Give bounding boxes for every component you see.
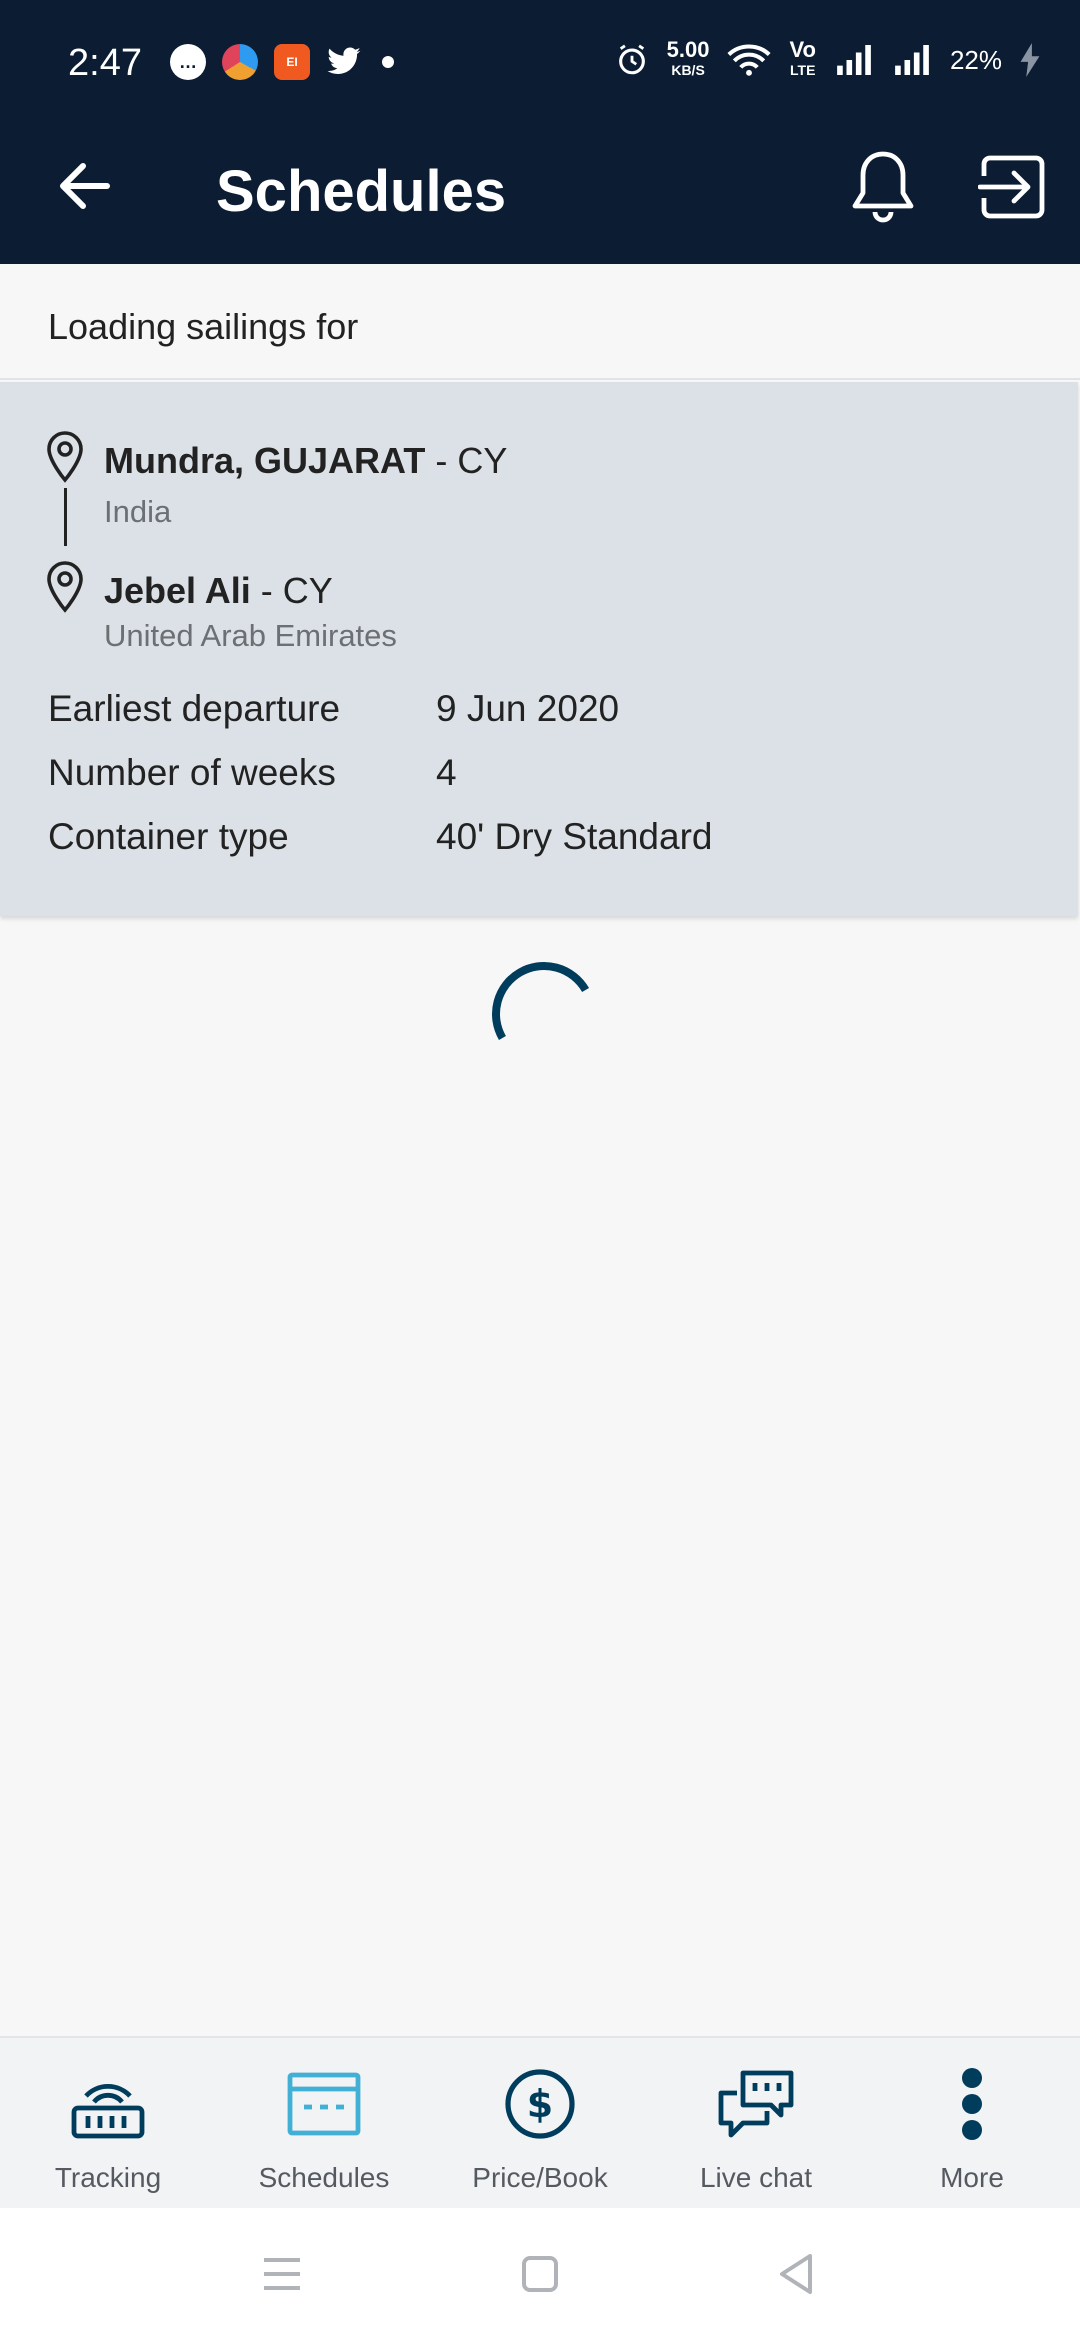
- more-notifications-dot: [382, 56, 394, 68]
- alarm-icon: [618, 44, 645, 75]
- notifications-button[interactable]: [846, 142, 920, 232]
- menu-icon: [264, 2258, 300, 2290]
- home-button[interactable]: [510, 2244, 570, 2304]
- loading-spinner: [492, 962, 590, 1040]
- destination-location: Jebel Ali - CY: [104, 570, 333, 612]
- triangle-back-icon: [780, 2254, 812, 2294]
- back-button[interactable]: [48, 150, 120, 222]
- number-of-weeks-label: Number of weeks: [48, 752, 336, 793]
- more-icon: [932, 2066, 1012, 2142]
- nav-more[interactable]: More: [864, 2038, 1080, 2210]
- status-time: 2:47: [68, 42, 142, 84]
- nav-more-label: More: [940, 2162, 1004, 2193]
- tracking-icon: [68, 2066, 148, 2142]
- nav-schedules[interactable]: Schedules: [216, 2038, 432, 2210]
- volte-indicator: Vo LTE: [789, 37, 816, 79]
- signal-icon: [837, 45, 871, 75]
- net-speed: 5.00 KB/S: [666, 37, 710, 79]
- origin-name: Mundra, GUJARAT: [104, 440, 426, 481]
- logout-icon: [978, 155, 1045, 219]
- earliest-departure-label: Earliest departure: [48, 688, 341, 729]
- app-bar: Schedules: [0, 130, 1080, 264]
- number-of-weeks-value: 4: [436, 752, 457, 793]
- twitter-icon: [327, 47, 361, 74]
- nav-tracking[interactable]: Tracking: [0, 2038, 216, 2210]
- loading-header: Loading sailings for: [0, 264, 1080, 380]
- container-type-label: Container type: [48, 816, 289, 857]
- page-title: Schedules: [216, 159, 507, 224]
- app-icon: EI: [274, 44, 310, 80]
- earliest-departure-value: 9 Jun 2020: [436, 688, 620, 729]
- nav-live-chat-label: Live chat: [699, 2162, 813, 2193]
- container-type-value: 40' Dry Standard: [436, 816, 713, 857]
- bell-icon: [852, 151, 914, 223]
- charging-icon: [1020, 43, 1040, 77]
- origin-location: Mundra, GUJARAT - CY: [104, 440, 507, 482]
- message-icon: …: [170, 44, 206, 80]
- square-icon: [522, 2256, 558, 2292]
- recents-button[interactable]: [252, 2244, 312, 2304]
- nav-live-chat[interactable]: Live chat: [648, 2038, 864, 2210]
- bottom-navigation: Tracking Schedules $ Price/Book Live cha…: [0, 2036, 1080, 2208]
- arrow-left-icon: [60, 163, 110, 209]
- origin-type: - CY: [425, 440, 508, 481]
- system-back-button[interactable]: [766, 2244, 826, 2304]
- loading-text: Loading sailings for: [48, 306, 359, 347]
- logout-button[interactable]: [976, 142, 1050, 232]
- nav-price-book[interactable]: $ Price/Book: [432, 2038, 648, 2210]
- route-connector-line: [64, 488, 67, 546]
- location-pin-icon: [47, 431, 83, 483]
- price-icon: $: [500, 2066, 580, 2142]
- destination-country: United Arab Emirates: [104, 618, 397, 653]
- origin-country: India: [104, 494, 172, 529]
- wifi-icon: [727, 44, 772, 76]
- route-summary-card: Mundra, GUJARAT - CY India Jebel Ali - C…: [0, 382, 1078, 916]
- destination-type: - CY: [250, 570, 333, 611]
- system-navigation-bar: [0, 2208, 1080, 2340]
- destination-name: Jebel Ali: [104, 570, 251, 611]
- nav-price-book-label: Price/Book: [472, 2162, 608, 2193]
- notification-icons: … EI: [170, 44, 394, 80]
- status-right: 5.00 KB/S Vo LTE 22%: [615, 37, 1040, 80]
- svg-text:$: $: [527, 2082, 553, 2126]
- nav-schedules-label: Schedules: [258, 2162, 390, 2193]
- browser-icon: [222, 44, 258, 80]
- chat-icon: [716, 2066, 796, 2142]
- location-pin-icon: [47, 561, 83, 613]
- top-bar: 2:47 … EI 5.00 KB/S Vo LTE 22% Schedules: [0, 0, 1080, 264]
- signal-icon-2: [895, 45, 929, 75]
- schedules-icon: [284, 2066, 364, 2142]
- nav-tracking-label: Tracking: [54, 2162, 162, 2193]
- battery-percent: 22%: [949, 44, 1002, 75]
- status-bar: 2:47 … EI 5.00 KB/S Vo LTE 22%: [0, 0, 1080, 130]
